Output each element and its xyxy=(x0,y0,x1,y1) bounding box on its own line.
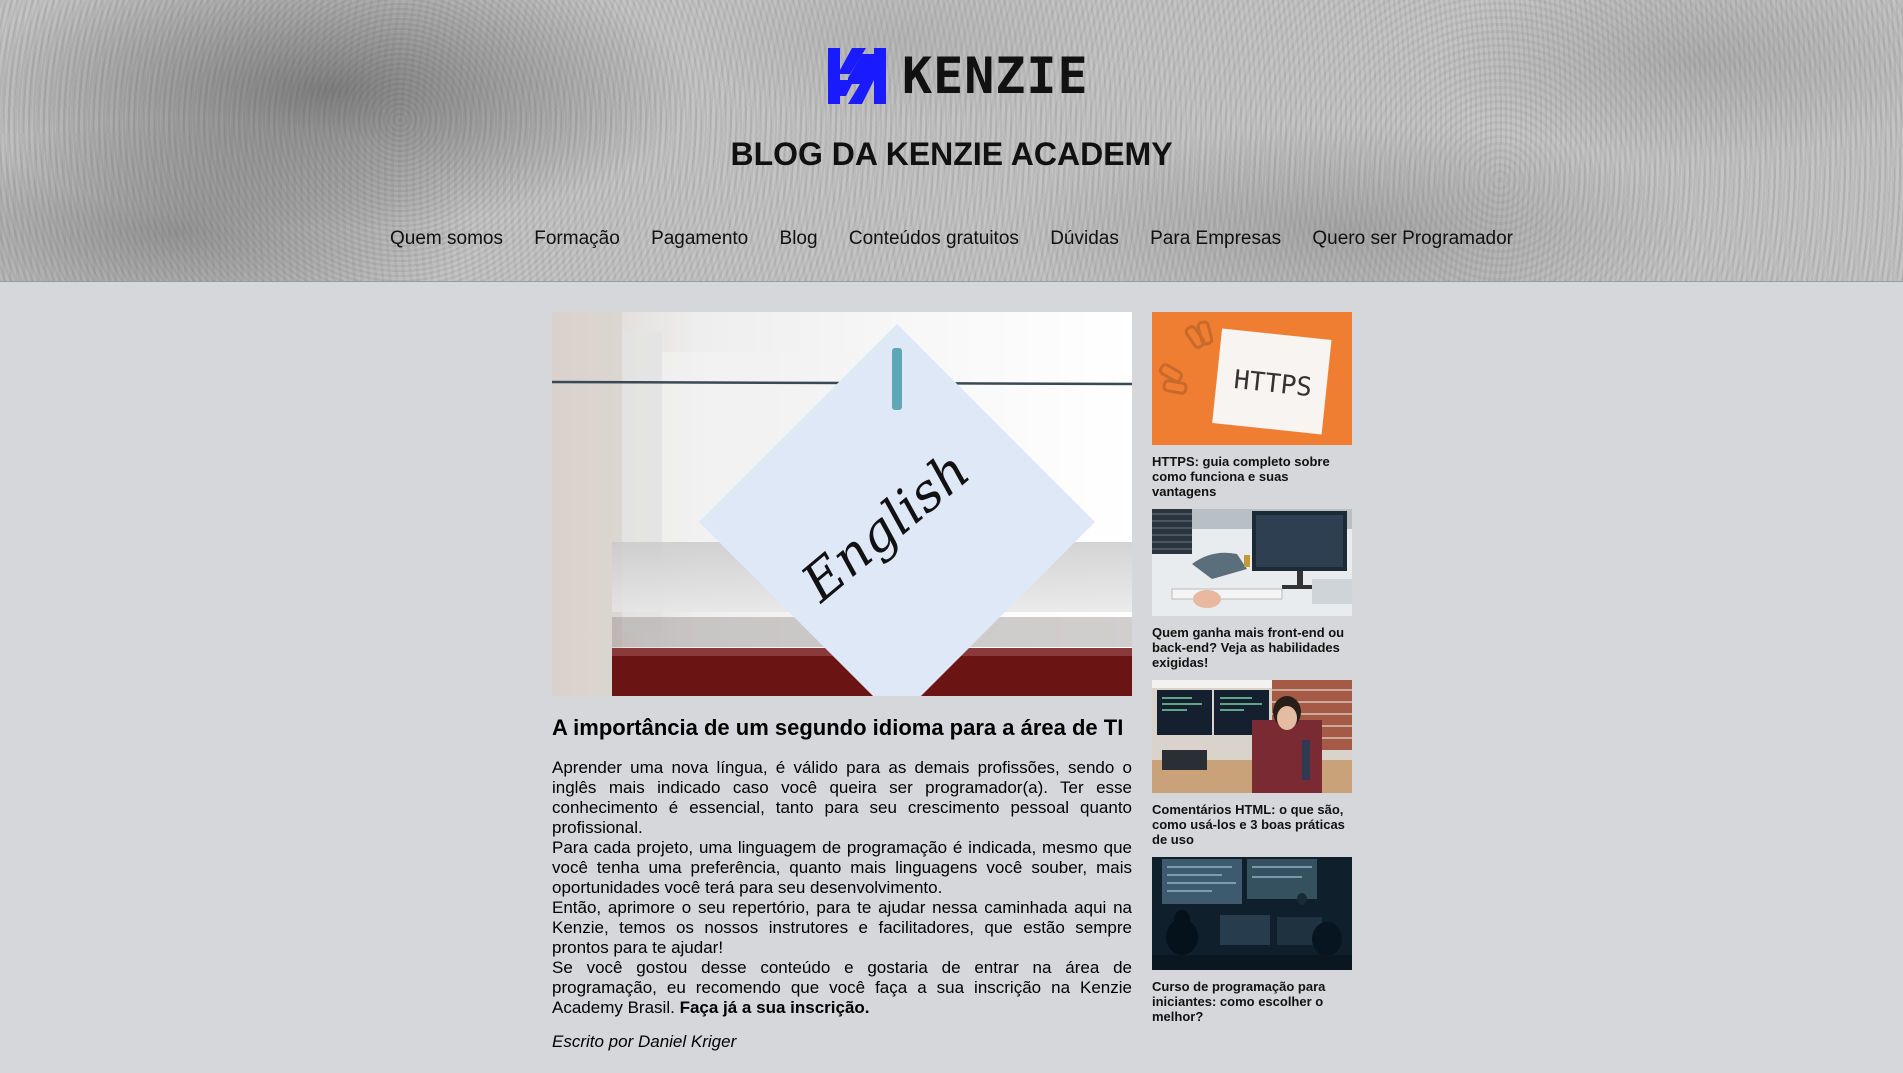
article-paragraph-last: Se você gostou desse conteúdo e gostaria… xyxy=(552,958,1132,1018)
nav-quero-ser-programador[interactable]: Quero ser Programador xyxy=(1312,228,1513,250)
main-article: English A importância de um segundo idio… xyxy=(552,312,1132,1052)
article-hero-image: English xyxy=(552,312,1132,696)
sidebar-post-title: Comentários HTML: o que são, como usá-lo… xyxy=(1152,802,1345,847)
blog-title: BLOG DA KENZIE ACADEMY xyxy=(730,136,1173,172)
main-nav: Quem somos Formação Pagamento Blog Conte… xyxy=(0,228,1903,250)
article-paragraph: Aprender uma nova língua, é válido para … xyxy=(552,758,1132,838)
sidebar-post-title: HTTPS: guia completo sobre como funciona… xyxy=(1152,454,1330,499)
nav-para-empresas[interactable]: Para Empresas xyxy=(1150,228,1281,250)
site-header: KENZIE BLOG DA KENZIE ACADEMY Quem somos… xyxy=(0,0,1903,282)
logo-text: KENZIE xyxy=(902,47,1089,105)
dark-office-image xyxy=(1152,857,1352,970)
nav-blog[interactable]: Blog xyxy=(780,228,818,250)
signup-cta-link[interactable]: Faça já a sua inscrição. xyxy=(680,998,870,1017)
nav-duvidas[interactable]: Dúvidas xyxy=(1050,228,1119,250)
programmer-woman-image xyxy=(1152,680,1352,793)
nav-pagamento[interactable]: Pagamento xyxy=(651,228,748,250)
sidebar-post-https[interactable]: HTTPS HTTPS: guia completo sobre como fu… xyxy=(1152,312,1352,499)
nav-formacao[interactable]: Formação xyxy=(534,228,620,250)
article-author: Escrito por Daniel Kriger xyxy=(552,1032,737,1052)
article-title: A importância de um segundo idioma para … xyxy=(552,715,1124,740)
sidebar: HTTPS HTTPS: guia completo sobre como fu… xyxy=(1152,312,1352,1034)
sidebar-post-curso-programacao[interactable]: Curso de programação para iniciantes: co… xyxy=(1152,857,1352,1024)
article-paragraph: Então, aprimore o seu repertório, para t… xyxy=(552,898,1132,958)
sidebar-post-title: Curso de programação para iniciantes: co… xyxy=(1152,979,1326,1024)
sidebar-post-frontend-backend[interactable]: Quem ganha mais front-end ou back-end? V… xyxy=(1152,509,1352,670)
nav-conteudos-gratuitos[interactable]: Conteúdos gratuitos xyxy=(849,228,1019,250)
kenzie-logo[interactable]: KENZIE xyxy=(826,44,1089,108)
nav-quem-somos[interactable]: Quem somos xyxy=(390,228,503,250)
article-body: Aprender uma nova língua, é válido para … xyxy=(552,758,1132,1018)
article-paragraph: Para cada projeto, uma linguagem de prog… xyxy=(552,838,1132,898)
https-post-image: HTTPS xyxy=(1152,312,1352,445)
sidebar-post-title: Quem ganha mais front-end ou back-end? V… xyxy=(1152,625,1345,670)
developers-desk-image xyxy=(1152,509,1352,616)
sidebar-post-comentarios-html[interactable]: Comentários HTML: o que são, como usá-lo… xyxy=(1152,680,1352,847)
kenzie-logo-mark-icon xyxy=(828,48,886,104)
